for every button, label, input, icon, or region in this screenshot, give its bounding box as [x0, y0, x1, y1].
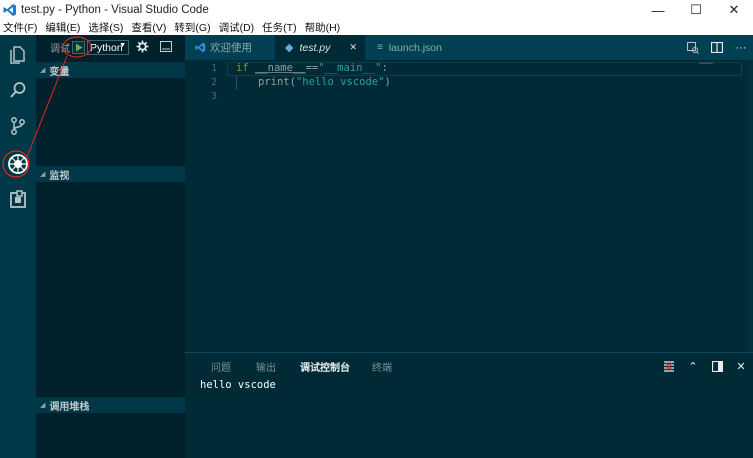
debug-view-title: 调试	[50, 44, 70, 55]
maximize-button[interactable]: ☐	[677, 0, 715, 20]
colon: :	[381, 62, 388, 74]
tab-launch-json[interactable]: ≡ launch.json	[365, 35, 465, 60]
clear-console-icon	[664, 361, 674, 372]
minimap	[699, 62, 713, 64]
activity-search[interactable]	[0, 73, 36, 107]
debug-console-output: hello vscode	[200, 379, 276, 391]
bottom-panel: 问题 输出 调试控制台 终端 ⌃ ✕ hello vscode	[185, 352, 753, 458]
panel-layout-icon	[711, 360, 723, 372]
debug-icon	[8, 154, 28, 174]
close-icon: ✕	[736, 360, 746, 373]
panel-tab-debug-console[interactable]: 调试控制台	[300, 359, 350, 374]
gear-icon	[136, 40, 149, 53]
close-icon[interactable]: ✕	[349, 42, 357, 53]
clear-console-button[interactable]	[657, 355, 681, 377]
line-number: 2	[211, 77, 217, 88]
keyword-if: if	[236, 62, 249, 74]
vscode-icon	[195, 42, 206, 53]
close-panel-button[interactable]: ✕	[729, 355, 753, 377]
vscode-logo-icon	[3, 4, 16, 16]
activity-debug[interactable]	[0, 147, 36, 181]
activity-source-control[interactable]	[0, 109, 36, 143]
ellipsis-icon: ···	[735, 41, 747, 54]
tab-label: test.py	[299, 41, 331, 54]
search-icon	[10, 82, 26, 98]
close-paren: )	[384, 76, 391, 88]
window-title: test.py - Python - Visual Studio Code	[21, 4, 209, 16]
collapse-arrow-icon: ◢	[40, 402, 46, 409]
string-hello: "hello vscode"	[295, 76, 385, 88]
callstack-section-label: 调用堆栈	[49, 401, 90, 413]
menu-edit[interactable]: 编辑(E)	[45, 20, 80, 35]
editor-tab-bar: 欢迎使用 ◆ test.py ✕ ≡ launch.json ···	[185, 35, 753, 60]
code-editor[interactable]: 1 2 3 if __name__=="__main__": print("he…	[185, 60, 753, 352]
editor-scrollbar[interactable]	[747, 60, 753, 352]
chevron-up-icon: ⌃	[688, 360, 698, 373]
menu-file[interactable]: 文件(F)	[3, 20, 37, 35]
collapse-arrow-icon: ◢	[40, 171, 46, 178]
line-number: 3	[211, 91, 217, 102]
menu-bar: 文件(F) 编辑(E) 选择(S) 查看(V) 转到(G) 调试(D) 任务(T…	[0, 20, 753, 35]
open-changes-button[interactable]	[681, 35, 705, 60]
more-actions-button[interactable]: ···	[729, 35, 753, 60]
tab-test-py[interactable]: ◆ test.py ✕	[275, 35, 365, 60]
explorer-icon	[10, 46, 25, 64]
panel-tab-problems[interactable]: 问题	[211, 359, 231, 374]
chevron-down-icon: ▼	[119, 42, 126, 49]
operator-eq: ==	[305, 62, 319, 74]
activity-extensions[interactable]	[0, 183, 36, 217]
panel-tab-terminal[interactable]: 终端	[372, 359, 392, 374]
code-line-1: if __name__=="__main__":	[236, 62, 388, 74]
code-line-2: print("hello vscode")	[258, 76, 391, 88]
print-call: print(	[258, 76, 296, 88]
open-launch-json-button[interactable]	[136, 40, 149, 56]
variables-section-label: 变量	[49, 66, 70, 78]
start-debugging-button[interactable]	[72, 41, 85, 54]
minimize-button[interactable]: —	[639, 0, 677, 20]
compare-icon	[687, 41, 699, 54]
watch-section-label: 监视	[49, 170, 70, 182]
tab-label: 欢迎使用	[210, 42, 252, 54]
menu-help[interactable]: 帮助(H)	[305, 20, 341, 35]
source-control-icon	[11, 117, 25, 135]
panel-tab-output[interactable]: 输出	[256, 359, 276, 374]
tab-welcome[interactable]: 欢迎使用	[185, 35, 275, 60]
indent-guide	[236, 76, 237, 90]
menu-tasks[interactable]: 任务(T)	[262, 20, 296, 35]
json-file-icon: ≡	[377, 42, 383, 53]
split-editor-icon	[711, 42, 723, 53]
play-icon	[75, 43, 82, 52]
extensions-icon	[10, 190, 26, 208]
toggle-panel-position-button[interactable]	[705, 355, 729, 377]
maximize-panel-button[interactable]: ⌃	[681, 355, 705, 377]
string-main: "__main__"	[318, 62, 382, 74]
variables-section-header[interactable]: ◢ 变量	[36, 62, 185, 78]
activity-bar	[0, 35, 36, 458]
activity-explorer[interactable]	[0, 37, 36, 71]
menu-debug[interactable]: 调试(D)	[219, 20, 255, 35]
debug-config-value: Python	[90, 41, 123, 54]
menu-go[interactable]: 转到(G)	[174, 20, 210, 35]
split-editor-button[interactable]	[705, 35, 729, 60]
watch-section-header[interactable]: ◢ 监视	[36, 166, 185, 182]
tab-label: launch.json	[388, 41, 442, 54]
identifier-name: __name__	[254, 62, 306, 74]
callstack-section-header[interactable]: ◢ 调用堆栈	[36, 397, 185, 413]
line-number: 1	[211, 63, 217, 74]
collapse-arrow-icon: ◢	[40, 67, 46, 74]
menu-selection[interactable]: 选择(S)	[88, 20, 123, 35]
debug-sidebar: 调试 Python ▼ ◢ 变量 ◢ 监视 ◢ 调用堆栈	[36, 35, 185, 458]
debug-console-button[interactable]	[160, 41, 172, 55]
debug-config-select[interactable]: Python ▼	[87, 40, 129, 55]
title-bar: test.py - Python - Visual Studio Code — …	[0, 0, 753, 20]
python-file-icon: ◆	[285, 42, 294, 54]
close-window-button[interactable]: ✕	[715, 0, 753, 20]
console-icon	[160, 41, 172, 52]
menu-view[interactable]: 查看(V)	[131, 20, 166, 35]
